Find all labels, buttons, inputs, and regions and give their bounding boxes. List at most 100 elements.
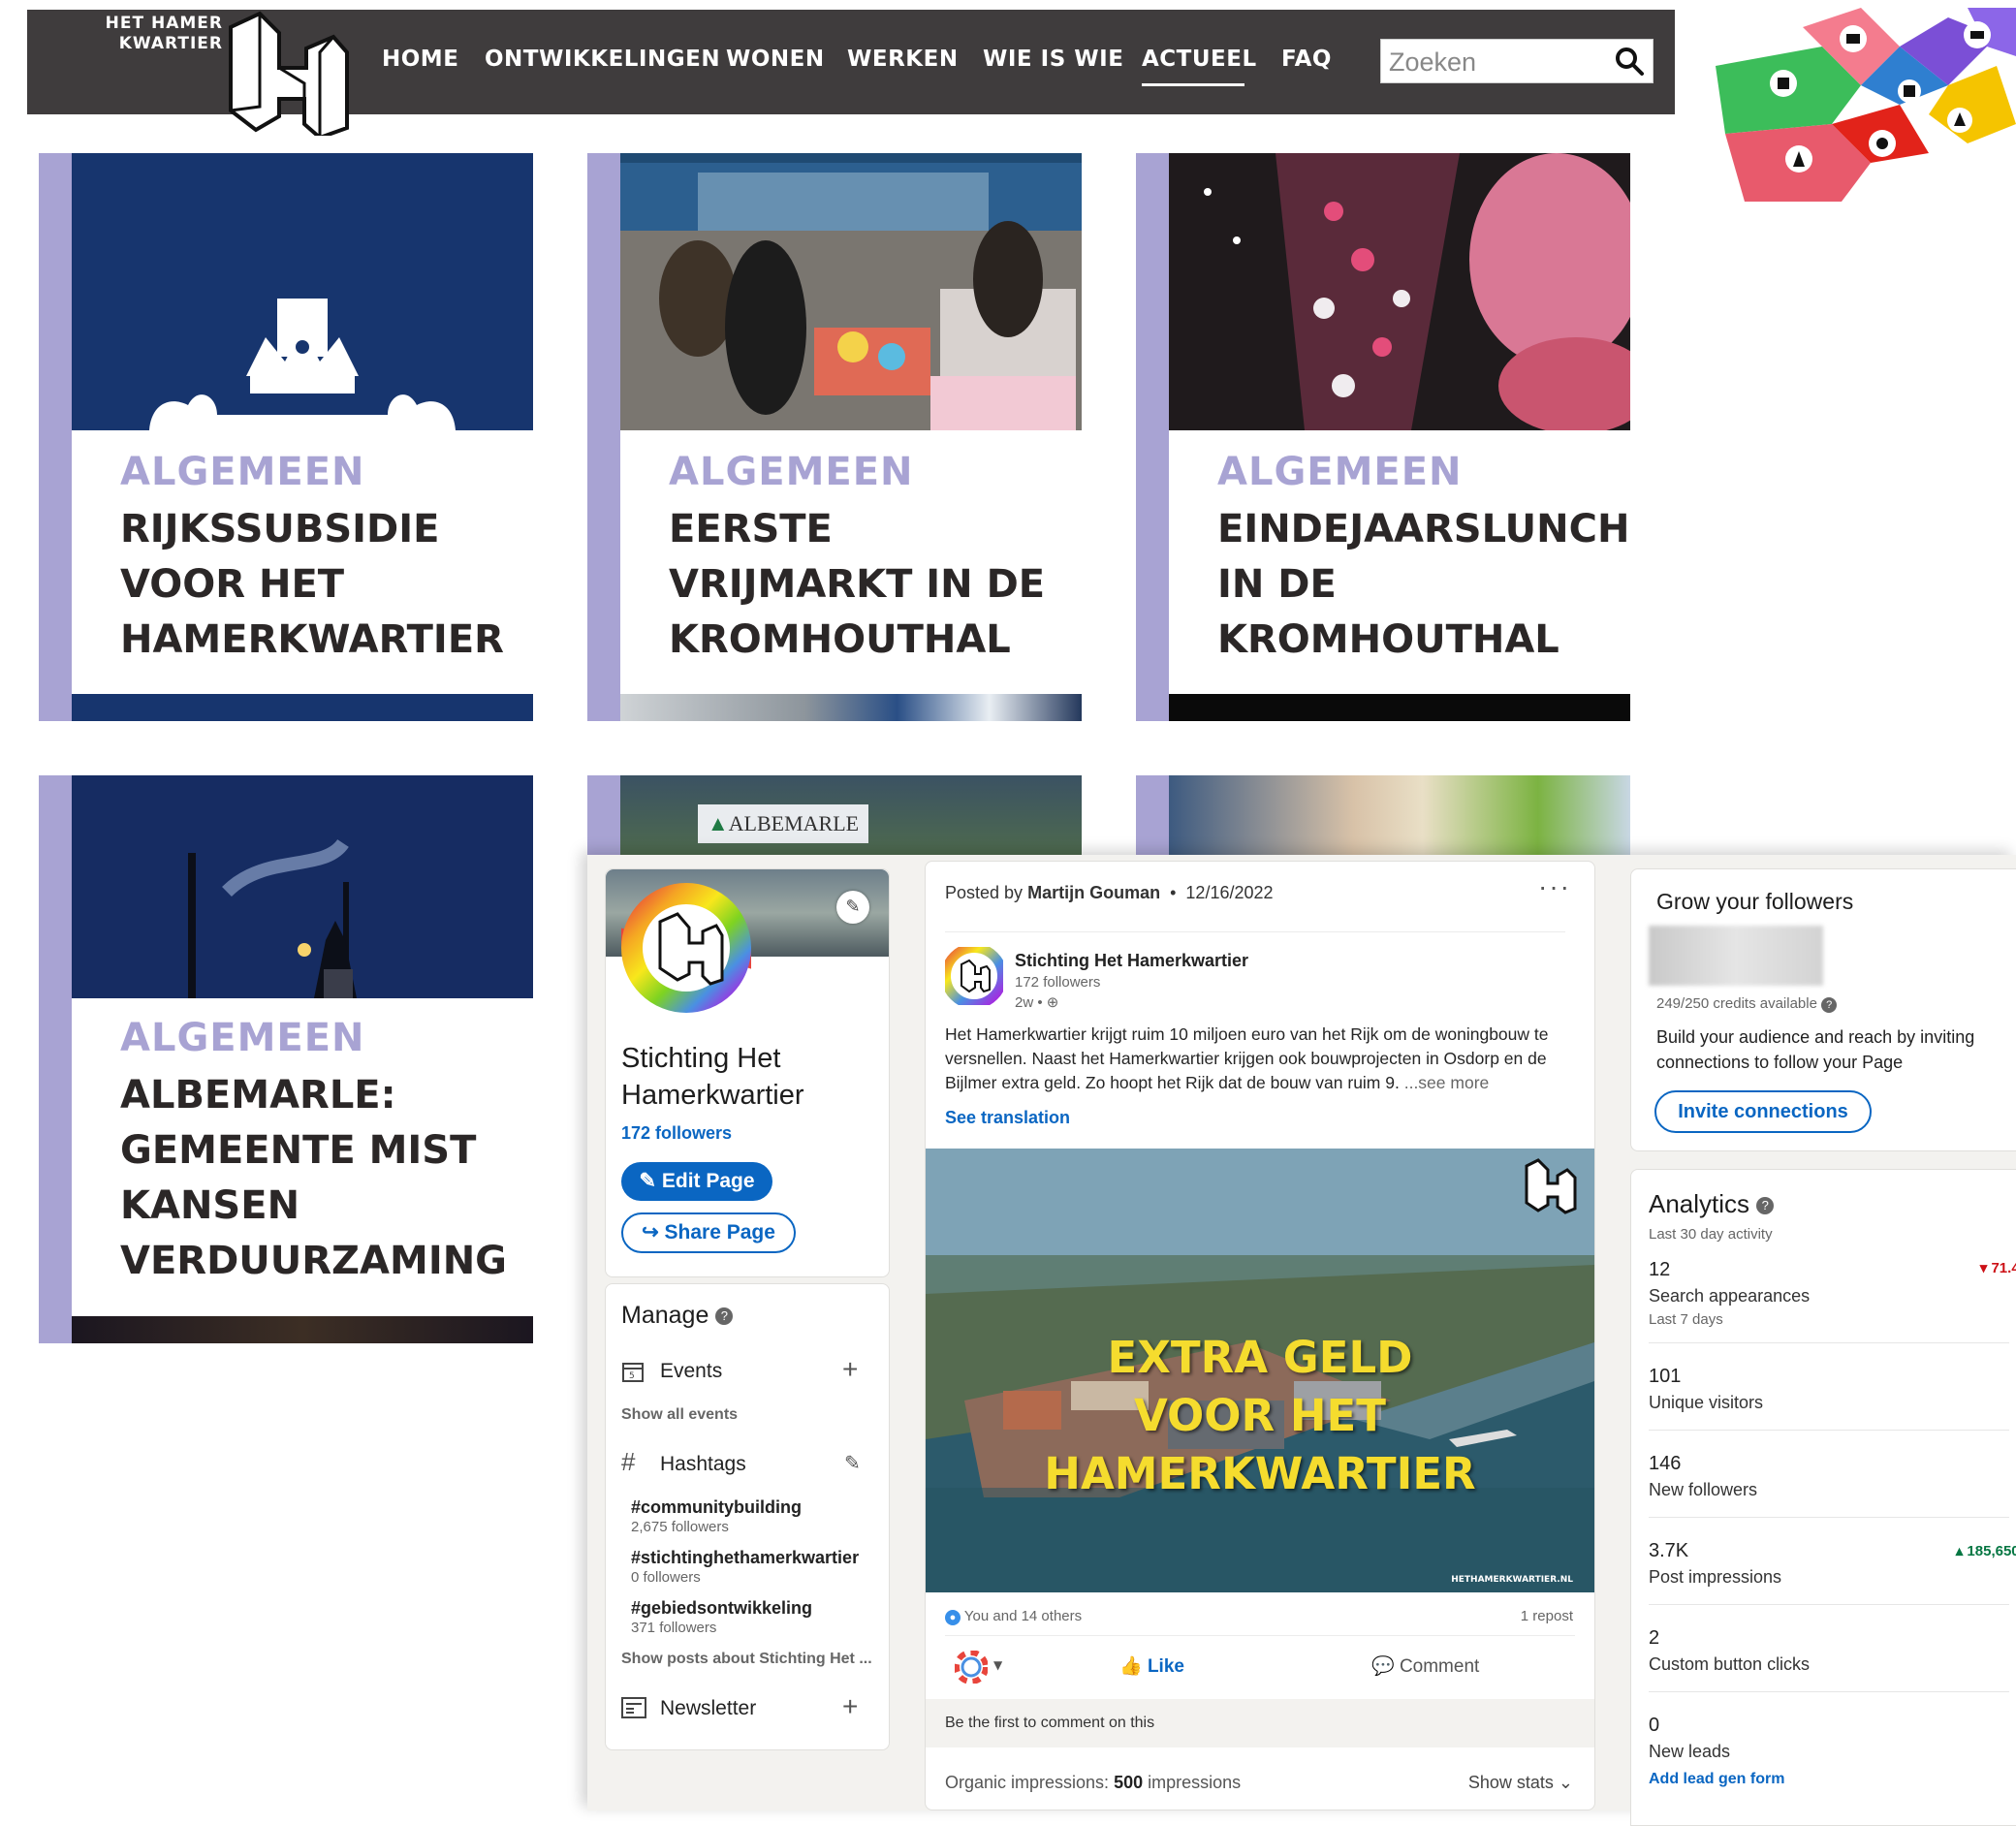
add-event-plus-icon[interactable]: + xyxy=(842,1354,858,1385)
card-image-crown xyxy=(72,153,533,430)
nav-actueel[interactable]: ACTUEEL xyxy=(1142,47,1257,72)
like-reaction-icon: ● xyxy=(945,1610,961,1625)
post-age-text: 2w • xyxy=(1015,994,1043,1011)
card-image-strip xyxy=(72,694,533,721)
analytics-value[interactable]: 2 xyxy=(1649,1627,1659,1650)
show-posts-link[interactable]: Show posts about Stichting Het ... xyxy=(621,1651,872,1668)
card-accent-stripe xyxy=(1136,153,1169,721)
edit-page-button[interactable]: ✎ Edit Page xyxy=(621,1162,772,1201)
analytics-value[interactable]: 12 xyxy=(1649,1259,1670,1281)
newsletter-label[interactable]: Newsletter xyxy=(660,1697,756,1720)
post-image[interactable]: EXTRA GELD VOOR HET HAMERKWARTIER HETHAM… xyxy=(926,1149,1594,1592)
edit-hashtags-pencil-icon[interactable]: ✎ xyxy=(844,1451,861,1475)
news-card-partial[interactable]: ▲ALBEMARLE xyxy=(587,775,1082,855)
divider xyxy=(1649,1430,2009,1431)
like-label: Like xyxy=(1147,1656,1184,1677)
post-body: Het Hamerkwartier krijgt ruim 10 miljoen… xyxy=(945,1023,1575,1095)
site-logo-text[interactable]: HET HAMER KWARTIER xyxy=(58,14,223,54)
analytics-subtitle: Last 30 day activity xyxy=(1649,1226,1773,1243)
news-card[interactable]: ALGEMEEN EERSTE VRIJMARKT IN DE KROMHOUT… xyxy=(587,153,1082,721)
area-map-icon[interactable] xyxy=(1706,8,2016,202)
show-all-events-link[interactable]: Show all events xyxy=(621,1406,738,1424)
credits-available: 249/250 credits available ? xyxy=(1656,995,1838,1013)
hashtags-label: Hashtags xyxy=(660,1453,746,1475)
divider xyxy=(1649,1517,2009,1518)
page-avatar-logo[interactable] xyxy=(621,883,751,1013)
hashtag-name[interactable]: #stichtinghethamerkwartier xyxy=(631,1548,859,1568)
meta-dot: • xyxy=(1165,883,1186,902)
reactions-summary[interactable]: ● You and 14 others xyxy=(945,1608,1082,1625)
linkedin-admin-panel: ✎ Stichting Het Hamerkwartier 172 follow… xyxy=(587,855,2016,1826)
card-title[interactable]: EERSTE VRIJMARKT IN DE KROMHOUTHAL xyxy=(669,502,1076,668)
analytics-value[interactable]: 101 xyxy=(1649,1366,1681,1388)
card-title[interactable]: RIJKSSUBSIDIE VOOR HET HAMERKWARTIER xyxy=(120,502,527,668)
card-image-factory xyxy=(72,775,533,998)
lunch-photo-icon xyxy=(1169,153,1630,430)
help-icon[interactable]: ? xyxy=(715,1307,734,1326)
hashtag-name[interactable]: #communitybuilding xyxy=(631,1497,802,1518)
manage-card: Manage ? 5 Events + Show all events # Ha… xyxy=(605,1283,890,1750)
organic-impressions: Organic impressions: 500 impressions xyxy=(945,1773,1241,1793)
card-title[interactable]: EINDEJAARSLUNCH IN DE KROMHOUTHAL xyxy=(1217,502,1629,668)
add-lead-gen-form-link[interactable]: Add lead gen form xyxy=(1649,1771,1784,1788)
actor-avatar-icon xyxy=(954,1650,989,1684)
search-input[interactable] xyxy=(1387,46,1614,79)
post-age: 2w • ⊕ xyxy=(1015,993,1058,1011)
edit-cover-pencil-icon[interactable]: ✎ xyxy=(836,891,869,924)
news-card[interactable]: ALGEMEEN EINDEJAARSLUNCH IN DE KROMHOUTH… xyxy=(1136,153,1630,721)
analytics-value[interactable]: 3.7K xyxy=(1649,1540,1688,1562)
news-card[interactable]: ALGEMEEN ALBEMARLE: GEMEENTE MIST KANSEN… xyxy=(39,775,533,1343)
reposts-count[interactable]: 1 repost xyxy=(1521,1608,1573,1624)
pencil-icon: ✎ xyxy=(639,1170,662,1192)
hashtag-name[interactable]: #gebiedsontwikkeling xyxy=(631,1598,812,1619)
invite-connections-button[interactable]: Invite connections xyxy=(1654,1090,1872,1133)
divider xyxy=(1649,1691,2009,1692)
card-image-albemarle: ▲ALBEMARLE xyxy=(620,775,1082,855)
edit-page-label: Edit Page xyxy=(661,1170,755,1192)
share-page-button[interactable]: ↪ Share Page xyxy=(621,1212,796,1253)
events-label[interactable]: Events xyxy=(660,1360,722,1383)
news-card-partial[interactable] xyxy=(1136,775,1630,855)
card-image-spraycan xyxy=(1169,775,1630,855)
see-translation-link[interactable]: See translation xyxy=(945,1108,1070,1128)
hamer-logo-icon[interactable] xyxy=(219,10,355,136)
nav-werken[interactable]: WERKEN xyxy=(847,47,959,72)
nav-wie-is-wie[interactable]: WIE IS WIE xyxy=(983,47,1123,72)
card-title[interactable]: ALBEMARLE: GEMEENTE MIST KANSEN VERDUURZ… xyxy=(120,1068,527,1289)
like-button[interactable]: 👍 Like xyxy=(1119,1654,1184,1678)
analytics-change-down: ▾ 71.4% xyxy=(1979,1260,2016,1276)
analytics-value[interactable]: 146 xyxy=(1649,1453,1681,1475)
show-stats-button[interactable]: Show stats ⌄ xyxy=(1468,1773,1573,1793)
news-card[interactable]: ALGEMEEN RIJKSSUBSIDIE VOOR HET HAMERKWA… xyxy=(39,153,533,721)
page-followers-link[interactable]: 172 followers xyxy=(621,1123,732,1144)
card-category: ALGEMEEN xyxy=(669,450,914,494)
org-avatar-logo[interactable] xyxy=(945,947,1003,1005)
post-image-credit: HETHAMERKWARTIER.NL xyxy=(1451,1575,1573,1585)
search-icon[interactable] xyxy=(1614,46,1645,77)
card-category: ALGEMEEN xyxy=(120,450,365,494)
manage-title: Manage ? xyxy=(621,1302,734,1330)
chevron-down-icon: ▼ xyxy=(993,1658,1003,1672)
organic-value: 500 xyxy=(1114,1773,1144,1792)
help-icon[interactable]: ? xyxy=(1821,997,1838,1013)
show-stats-label: Show stats xyxy=(1467,1773,1554,1792)
post-author[interactable]: Martijn Gouman xyxy=(1027,883,1160,902)
hashtag-followers: 0 followers xyxy=(631,1569,701,1586)
credits-text: 249/250 credits available xyxy=(1656,995,1817,1012)
analytics-label: New followers xyxy=(1649,1480,1758,1499)
post-org-name[interactable]: Stichting Het Hamerkwartier xyxy=(1015,951,1248,971)
nav-wonen[interactable]: WONEN xyxy=(726,47,825,72)
nav-ontwikkelingen[interactable]: ONTWIKKELINGEN xyxy=(485,47,720,72)
nav-home[interactable]: HOME xyxy=(382,47,458,72)
help-icon[interactable]: ? xyxy=(1756,1197,1775,1215)
hashtag-followers: 2,675 followers xyxy=(631,1519,729,1535)
svg-text:5: 5 xyxy=(629,1371,635,1381)
see-more-link[interactable]: ...see more xyxy=(1404,1073,1490,1092)
card-image-strip xyxy=(1169,694,1630,721)
add-newsletter-plus-icon[interactable]: + xyxy=(842,1691,858,1722)
reaction-actor-selector[interactable]: ▼ xyxy=(954,1650,1013,1685)
comment-button[interactable]: 💬 Comment xyxy=(1371,1654,1479,1678)
analytics-value[interactable]: 0 xyxy=(1649,1715,1659,1737)
nav-faq[interactable]: FAQ xyxy=(1281,47,1332,72)
more-options-icon[interactable]: ··· xyxy=(1538,871,1571,902)
